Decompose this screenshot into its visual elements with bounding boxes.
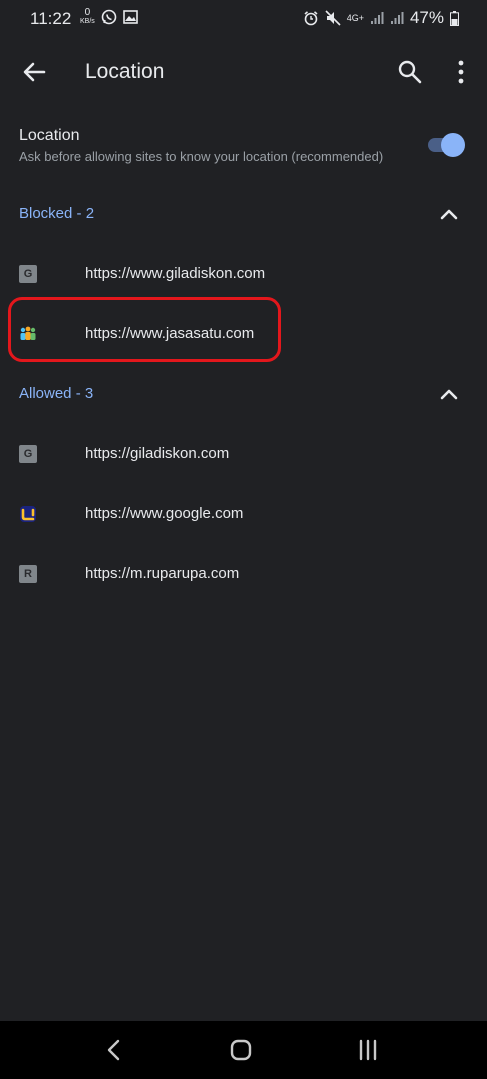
signal-icon-2 [390, 12, 404, 24]
location-setting-row[interactable]: Location Ask before allowing sites to kn… [0, 118, 487, 178]
more-options-icon[interactable] [450, 58, 472, 86]
battery-percent: 47% [409, 8, 444, 27]
site-url: https://www.google.com [85, 505, 244, 522]
highlight-annotation [8, 297, 281, 362]
allowed-count: - 3 [71, 385, 94, 402]
allowed-site-row[interactable]: G https://giladiskon.com [0, 426, 487, 482]
chevron-up-icon[interactable] [439, 206, 459, 222]
site-url: https://www.giladiskon.com [85, 265, 266, 282]
page-title: Location [85, 60, 165, 83]
allowed-section-header[interactable]: Allowed - 3 [0, 374, 487, 414]
site-url: https://m.ruparupa.com [85, 565, 240, 582]
alarm-icon [304, 11, 318, 26]
nav-recents-icon[interactable] [356, 1039, 380, 1061]
bracket-favicon-icon [20, 506, 36, 522]
app-bar: Location [0, 40, 487, 104]
mute-icon [325, 10, 341, 26]
site-favicon-letter: G [19, 445, 37, 463]
gallery-icon [122, 10, 138, 24]
allowed-site-row[interactable]: https://www.google.com [0, 486, 487, 542]
location-setting-title: Location [19, 127, 80, 144]
back-arrow-icon[interactable] [18, 56, 50, 88]
toggle-thumb [441, 133, 465, 157]
blocked-count: - 2 [72, 205, 95, 222]
chevron-up-icon[interactable] [439, 386, 459, 402]
status-bar: 11:22 0 KB/s 4G+ 47% [0, 0, 487, 38]
site-url: https://giladiskon.com [85, 445, 230, 462]
battery-icon [450, 10, 459, 26]
location-setting-description: Ask before allowing sites to know your l… [19, 149, 384, 164]
blocked-label: Blocked [19, 205, 73, 222]
whatsapp-icon [101, 9, 117, 25]
system-nav-bar [0, 1021, 487, 1079]
network-type-label: 4G+ [346, 13, 364, 23]
site-favicon-letter: G [19, 265, 37, 283]
signal-icon [370, 12, 384, 24]
blocked-site-row[interactable]: G https://www.giladiskon.com [0, 246, 487, 302]
site-favicon-letter: R [19, 565, 37, 583]
blocked-section-header[interactable]: Blocked - 2 [0, 194, 487, 234]
status-time: 11:22 [30, 9, 72, 28]
data-speed-indicator: 0 KB/s [80, 7, 95, 26]
nav-home-icon[interactable] [229, 1038, 253, 1062]
location-toggle[interactable] [426, 133, 466, 157]
nav-back-icon[interactable] [104, 1038, 124, 1062]
search-icon[interactable] [396, 58, 424, 86]
allowed-site-row[interactable]: R https://m.ruparupa.com [0, 546, 487, 602]
allowed-label: Allowed [19, 385, 72, 402]
